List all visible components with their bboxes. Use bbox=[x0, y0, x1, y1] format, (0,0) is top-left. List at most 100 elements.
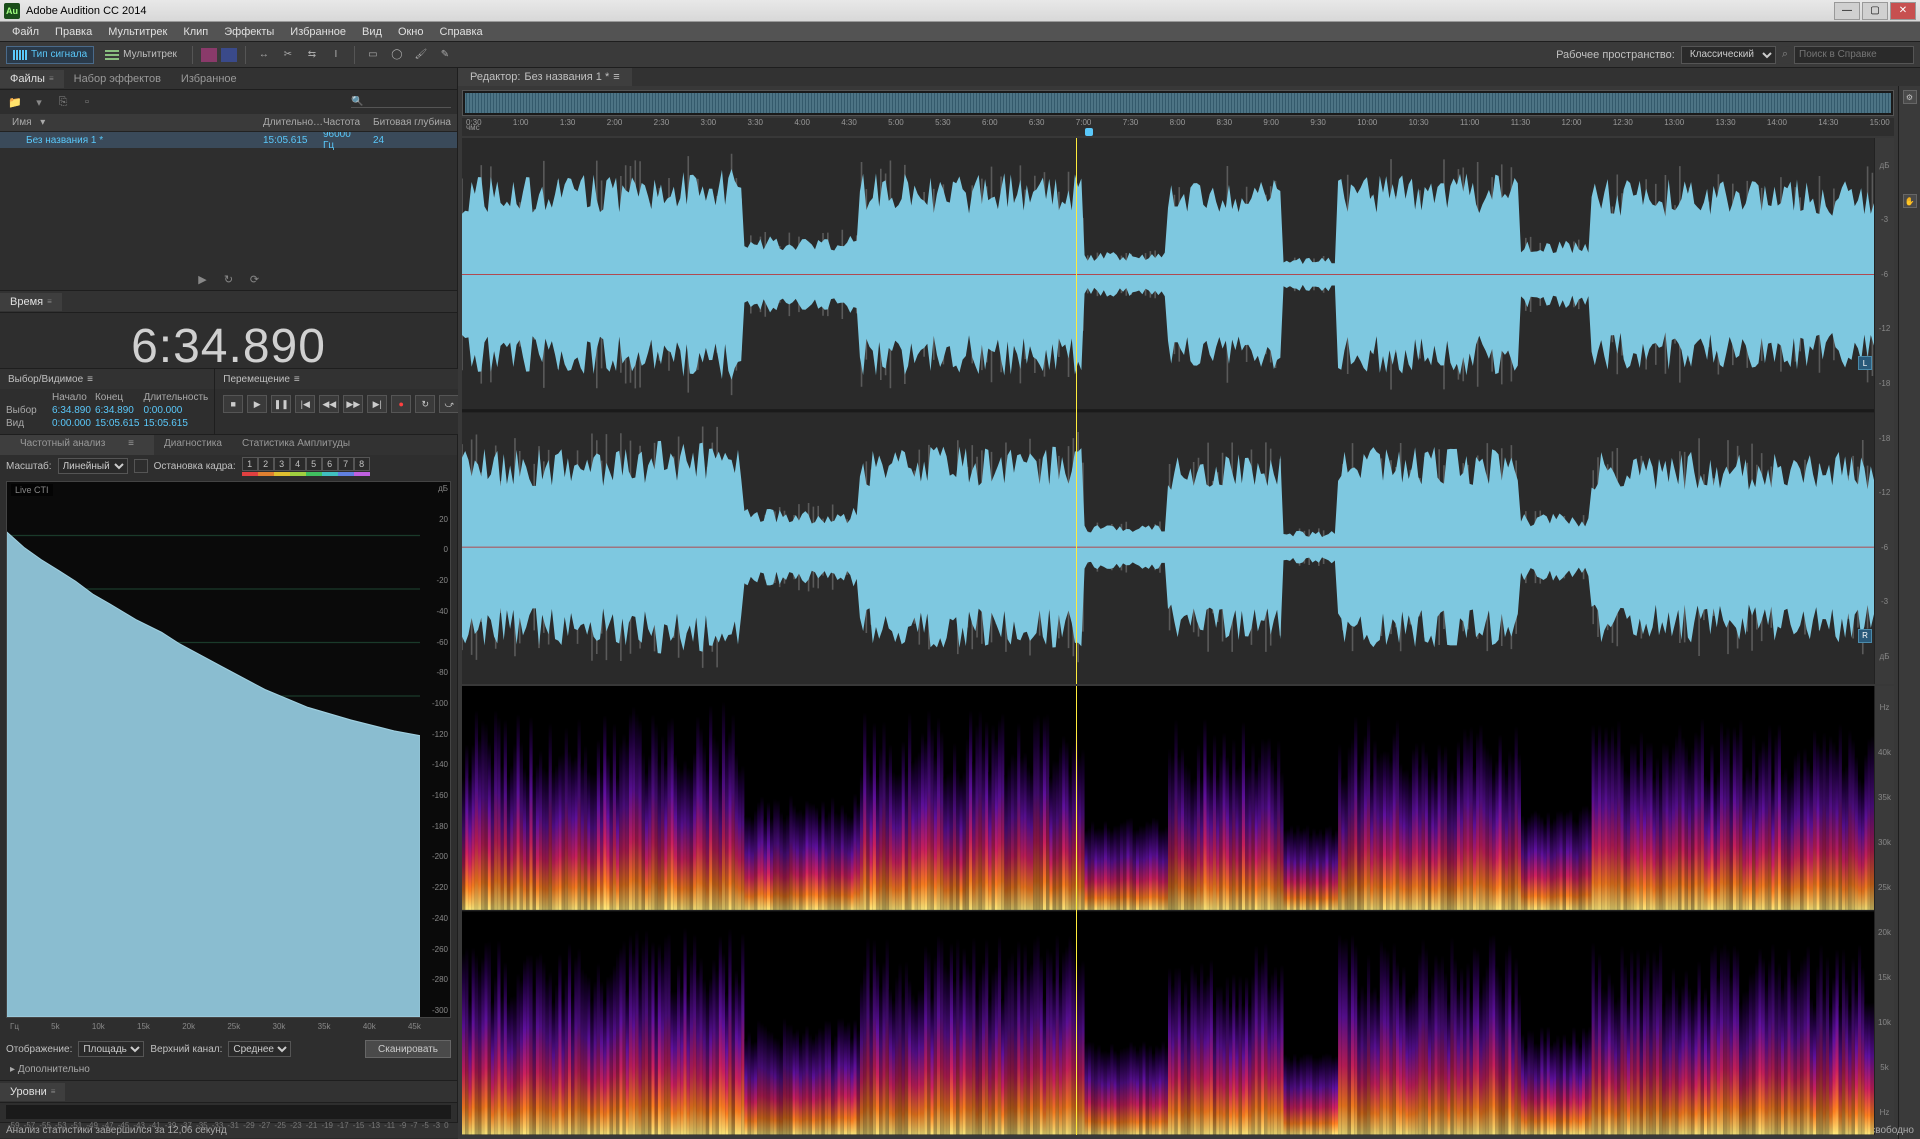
freeze-slot[interactable]: 3 bbox=[274, 457, 290, 471]
marquee-tool[interactable]: ▭ bbox=[363, 46, 383, 64]
freeze-slot[interactable]: 8 bbox=[354, 457, 370, 471]
stop-button[interactable]: ■ bbox=[223, 395, 243, 413]
scale-select[interactable]: Линейный bbox=[58, 458, 128, 474]
menu-item[interactable]: Мультитрек bbox=[100, 24, 175, 40]
favorites-tab[interactable]: Избранное bbox=[171, 70, 247, 88]
pause-button[interactable]: ❚❚ bbox=[271, 395, 291, 413]
file-row[interactable]: Без названия 1 * 15:05.615 96000 Гц 24 bbox=[0, 132, 457, 148]
brush-tool[interactable]: 🖌 bbox=[411, 46, 431, 64]
spectral-pitch-button[interactable] bbox=[221, 48, 237, 62]
menu-item[interactable]: Избранное bbox=[282, 24, 354, 40]
loop-button[interactable]: ↻ bbox=[415, 395, 435, 413]
window-title: Adobe Audition CC 2014 bbox=[26, 5, 146, 17]
heal-tool[interactable]: ✎ bbox=[435, 46, 455, 64]
zoom-tool-icon[interactable]: ⚙ bbox=[1903, 90, 1917, 104]
waveform-icon bbox=[13, 50, 27, 60]
razor-tool[interactable]: ✂ bbox=[278, 46, 298, 64]
spectrogram-display[interactable] bbox=[462, 686, 1874, 1135]
editor-tab-menu-icon[interactable]: ≡ bbox=[613, 71, 619, 83]
window-maximize-button[interactable]: ▢ bbox=[1862, 2, 1888, 20]
top-channel-select[interactable]: Среднее bbox=[228, 1041, 291, 1057]
playhead-marker[interactable] bbox=[1085, 128, 1093, 136]
workspace-select[interactable]: Классический bbox=[1681, 46, 1776, 64]
window-close-button[interactable]: ✕ bbox=[1890, 2, 1916, 20]
frequency-plot[interactable]: Live CTI дБ200-20-40-60-80-100-120-140-1… bbox=[6, 481, 451, 1018]
freeze-slot[interactable]: 5 bbox=[306, 457, 322, 471]
main-toolbar: Тип сигнала Мультитрек ↔ ✂ ⇆ I ▭ ◯ 🖌 ✎ Р… bbox=[0, 42, 1920, 68]
channel-badge-right[interactable]: R bbox=[1858, 629, 1872, 643]
col-duration[interactable]: Длительно… bbox=[257, 117, 317, 128]
view-end[interactable]: 15:05.615 bbox=[93, 417, 142, 430]
col-name[interactable]: Имя ▾ bbox=[0, 117, 257, 128]
overview-bar[interactable] bbox=[462, 90, 1894, 116]
import-button[interactable]: ⎘ bbox=[54, 94, 72, 110]
menu-item[interactable]: Вид bbox=[354, 24, 390, 40]
play-button[interactable]: ▶ bbox=[247, 395, 267, 413]
diagnostics-tab[interactable]: Диагностика bbox=[154, 435, 232, 455]
amplitude-stats-tab[interactable]: Статистика Амплитуды bbox=[232, 435, 360, 455]
files-tab[interactable]: Файлы≡ bbox=[0, 70, 64, 88]
freeze-slot[interactable]: 1 bbox=[242, 457, 258, 471]
files-filter-input[interactable] bbox=[351, 96, 451, 108]
freeze-slot[interactable]: 2 bbox=[258, 457, 274, 471]
panel-menu-icon[interactable]: ≡ bbox=[49, 74, 54, 83]
help-search-input[interactable] bbox=[1794, 46, 1914, 64]
freeze-slot[interactable]: 4 bbox=[290, 457, 306, 471]
selection-panel-header[interactable]: Выбор/Видимое≡ bbox=[0, 369, 214, 389]
menu-item[interactable]: Окно bbox=[390, 24, 432, 40]
spectral-freq-button[interactable] bbox=[201, 48, 217, 62]
levels-tab[interactable]: Уровни≡ bbox=[0, 1083, 65, 1101]
play-preview-button[interactable]: ▶ bbox=[195, 272, 211, 286]
go-end-button[interactable]: ▶| bbox=[367, 395, 387, 413]
rewind-button[interactable]: ◀◀ bbox=[319, 395, 339, 413]
channel-badge-left[interactable]: L bbox=[1858, 356, 1872, 370]
move-tool[interactable]: ↔ bbox=[254, 46, 274, 64]
freeze-toggle[interactable] bbox=[134, 459, 148, 473]
scan-button[interactable]: Сканировать bbox=[365, 1040, 451, 1058]
menu-bar: Файл Правка Мультитрек Клип Эффекты Избр… bbox=[0, 22, 1920, 42]
close-file-button[interactable]: ▫ bbox=[78, 94, 96, 110]
open-file-button[interactable]: 📁 bbox=[6, 94, 24, 110]
advanced-toggle[interactable]: ▸ Дополнительно bbox=[0, 1062, 457, 1080]
freeze-slot[interactable]: 6 bbox=[322, 457, 338, 471]
record-button[interactable]: ● bbox=[391, 395, 411, 413]
editor-tab[interactable]: Редактор: Без названия 1 * ≡ bbox=[458, 68, 632, 86]
transport-panel-header[interactable]: Перемещение≡ bbox=[215, 369, 467, 389]
waveform-view-button[interactable]: Тип сигнала bbox=[6, 46, 94, 64]
col-freq[interactable]: Частота bbox=[317, 117, 367, 128]
freeze-slot[interactable]: 7 bbox=[338, 457, 354, 471]
waveform-display[interactable]: L R bbox=[462, 138, 1874, 684]
multitrack-view-button[interactable]: Мультитрек bbox=[98, 46, 184, 64]
levels-meter[interactable] bbox=[6, 1105, 451, 1119]
autoplay-button[interactable]: ⟳ bbox=[247, 272, 263, 286]
new-file-button[interactable]: ▾ bbox=[30, 94, 48, 110]
selection-dur[interactable]: 0:00.000 bbox=[141, 404, 210, 417]
loop-preview-button[interactable]: ↻ bbox=[221, 272, 237, 286]
selection-end[interactable]: 6:34.890 bbox=[93, 404, 142, 417]
time-select-tool[interactable]: I bbox=[326, 46, 346, 64]
menu-item[interactable]: Клип bbox=[175, 24, 216, 40]
menu-item[interactable]: Справка bbox=[432, 24, 491, 40]
col-bits[interactable]: Битовая глубина bbox=[367, 117, 457, 128]
playhead-line bbox=[1076, 686, 1077, 1135]
skip-selection-button[interactable]: ⤻ bbox=[439, 395, 459, 413]
go-start-button[interactable]: |◀ bbox=[295, 395, 315, 413]
menu-item[interactable]: Эффекты bbox=[216, 24, 282, 40]
status-message: Анализ статистики завершился за 12,06 се… bbox=[6, 1125, 227, 1136]
timeline-ruler[interactable]: чмс 0:301:001:302:002:303:003:304:004:30… bbox=[462, 118, 1894, 136]
files-panel: 📁 ▾ ⎘ ▫ Имя ▾ Длительно… Частота Битовая… bbox=[0, 90, 457, 290]
selection-start[interactable]: 6:34.890 bbox=[50, 404, 93, 417]
hand-tool-icon[interactable]: ✋ bbox=[1903, 194, 1917, 208]
view-start[interactable]: 0:00.000 bbox=[50, 417, 93, 430]
window-minimize-button[interactable]: — bbox=[1834, 2, 1860, 20]
slip-tool[interactable]: ⇆ bbox=[302, 46, 322, 64]
effects-rack-tab[interactable]: Набор эффектов bbox=[64, 70, 171, 88]
forward-button[interactable]: ▶▶ bbox=[343, 395, 363, 413]
menu-item[interactable]: Файл bbox=[4, 24, 47, 40]
lasso-tool[interactable]: ◯ bbox=[387, 46, 407, 64]
display-select[interactable]: Площадь bbox=[78, 1041, 144, 1057]
view-dur[interactable]: 15:05.615 bbox=[141, 417, 210, 430]
freq-analysis-tab[interactable]: Частотный анализ ≡ bbox=[0, 435, 154, 455]
menu-item[interactable]: Правка bbox=[47, 24, 100, 40]
time-panel-tab[interactable]: Время≡ bbox=[0, 293, 62, 311]
